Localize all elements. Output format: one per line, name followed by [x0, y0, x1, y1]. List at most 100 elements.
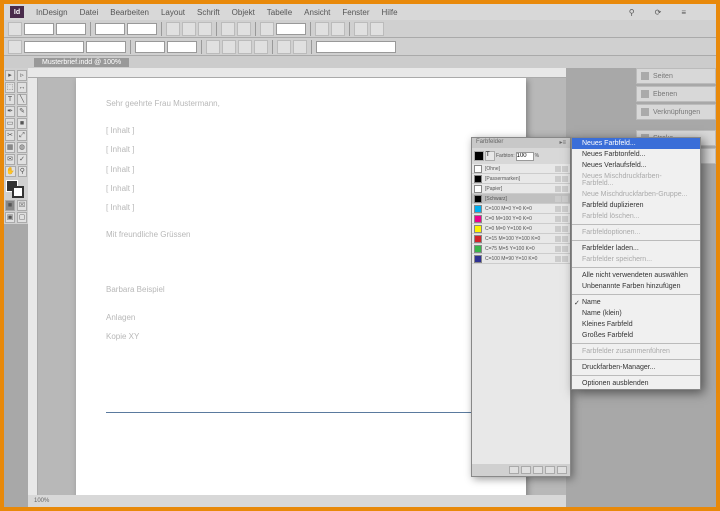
align-center-icon[interactable]: [222, 40, 236, 54]
swatch-row[interactable]: [Papier]: [472, 184, 570, 194]
apply-color-button[interactable]: ■: [5, 200, 15, 211]
menu-objekt[interactable]: Objekt: [232, 8, 255, 17]
show-gradient-swatches-button[interactable]: [533, 466, 543, 474]
direct-selection-tool[interactable]: ▹: [17, 70, 27, 81]
gradient-feather-tool[interactable]: ◍: [17, 142, 27, 153]
distribute-icon[interactable]: [370, 22, 384, 36]
menu-item[interactable]: Großes Farbfeld: [572, 330, 700, 341]
stroke-color-box[interactable]: [12, 186, 24, 198]
swatch-row[interactable]: C=100 M=90 Y=10 K=0: [472, 254, 570, 264]
line-tool[interactable]: ╲: [17, 94, 27, 105]
rectangle-frame-tool[interactable]: ▭: [5, 118, 15, 129]
indent-icon[interactable]: [277, 40, 291, 54]
pen-tool[interactable]: ✒: [5, 106, 15, 117]
y-field[interactable]: [56, 23, 86, 35]
align-left-icon[interactable]: [206, 40, 220, 54]
panel-verknuepfungen[interactable]: Verknüpfungen: [636, 104, 716, 120]
pencil-tool[interactable]: ✎: [17, 106, 27, 117]
font-family-field[interactable]: [24, 41, 84, 53]
char-icon[interactable]: [8, 40, 22, 54]
swatch-row[interactable]: C=0 M=0 Y=100 K=0: [472, 224, 570, 234]
sync-icon[interactable]: ⟳: [655, 8, 662, 17]
zoom-tool[interactable]: ⚲: [18, 166, 27, 177]
menu-item[interactable]: Neues Farbtonfeld...: [572, 149, 700, 160]
scale-icon[interactable]: [166, 22, 180, 36]
menu-item[interactable]: Neues Farbfeld...: [572, 138, 700, 149]
swatch-row[interactable]: C=75 M=5 Y=100 K=0: [472, 244, 570, 254]
menu-hilfe[interactable]: Hilfe: [382, 8, 398, 17]
swatch-row[interactable]: [Ohne]: [472, 164, 570, 174]
flip-h-icon[interactable]: [221, 22, 235, 36]
horizontal-ruler[interactable]: [28, 68, 566, 78]
text-fill-icon[interactable]: T: [485, 151, 495, 161]
menu-bearbeiten[interactable]: Bearbeiten: [110, 8, 149, 17]
tint-field[interactable]: [516, 152, 534, 161]
gradient-tool[interactable]: ▦: [5, 142, 15, 153]
vertical-ruler[interactable]: [28, 78, 38, 495]
view-mode-normal[interactable]: ▣: [5, 212, 15, 223]
eyedropper-tool[interactable]: ✓: [17, 154, 27, 165]
menu-item[interactable]: Name: [572, 297, 700, 308]
panel-seiten[interactable]: Seiten: [636, 68, 716, 84]
opacity-icon[interactable]: [331, 22, 345, 36]
font-size-field[interactable]: [135, 41, 165, 53]
fx-icon[interactable]: [315, 22, 329, 36]
new-swatch-button[interactable]: [545, 466, 555, 474]
selection-tool[interactable]: ▸: [5, 70, 15, 81]
menu-item[interactable]: Neues Verlaufsfeld...: [572, 160, 700, 171]
menu-datei[interactable]: Datei: [80, 8, 99, 17]
menu-icon[interactable]: ≡: [681, 8, 686, 17]
transform-tool[interactable]: ⤢: [17, 130, 27, 141]
menu-item[interactable]: Farbfeld duplizieren: [572, 200, 700, 211]
delete-swatch-button[interactable]: [557, 466, 567, 474]
type-tool[interactable]: T: [5, 94, 15, 105]
justify-icon[interactable]: [254, 40, 268, 54]
menu-item[interactable]: Farbfelder laden...: [572, 243, 700, 254]
w-field[interactable]: [95, 23, 125, 35]
view-mode-preview[interactable]: ▢: [17, 212, 27, 223]
swatches-panel-header[interactable]: Farbfelder ▸≡: [472, 138, 570, 148]
leading-field[interactable]: [167, 41, 197, 53]
stroke-weight-icon[interactable]: [260, 22, 274, 36]
rectangle-tool[interactable]: ■: [17, 118, 27, 129]
menu-schrift[interactable]: Schrift: [197, 8, 220, 17]
menu-item[interactable]: Kleines Farbfeld: [572, 319, 700, 330]
para-style-field[interactable]: [316, 41, 396, 53]
panel-menu-icon[interactable]: ▸≡: [559, 139, 566, 147]
align-icon[interactable]: [354, 22, 368, 36]
stroke-field[interactable]: [276, 23, 306, 35]
menu-app[interactable]: InDesign: [36, 8, 68, 17]
rotate-icon[interactable]: [182, 22, 196, 36]
h-field[interactable]: [127, 23, 157, 35]
menu-item[interactable]: Alle nicht verwendeten auswählen: [572, 270, 700, 281]
swatch-row[interactable]: C=15 M=100 Y=100 K=0: [472, 234, 570, 244]
menu-tabelle[interactable]: Tabelle: [267, 8, 292, 17]
gap-tool[interactable]: ↔: [17, 82, 27, 93]
note-tool[interactable]: ✉: [5, 154, 15, 165]
panel-ebenen[interactable]: Ebenen: [636, 86, 716, 102]
shear-icon[interactable]: [198, 22, 212, 36]
document-tab[interactable]: Musterbrief.indd @ 100%: [34, 58, 129, 67]
swatch-row[interactable]: [Schwarz]: [472, 194, 570, 204]
hand-tool[interactable]: ✋: [5, 166, 16, 177]
font-style-field[interactable]: [86, 41, 126, 53]
align-right-icon[interactable]: [238, 40, 252, 54]
menu-item[interactable]: Name (klein): [572, 308, 700, 319]
search-icon[interactable]: ⚲: [629, 8, 635, 17]
menu-layout[interactable]: Layout: [161, 8, 185, 17]
swatch-row[interactable]: C=0 M=100 Y=0 K=0: [472, 214, 570, 224]
menu-ansicht[interactable]: Ansicht: [304, 8, 330, 17]
flip-v-icon[interactable]: [237, 22, 251, 36]
page-tool[interactable]: ⬚: [5, 82, 15, 93]
swatch-row[interactable]: [Passermarken]: [472, 174, 570, 184]
apply-none-button[interactable]: ☒: [17, 200, 27, 211]
show-all-swatches-button[interactable]: [509, 466, 519, 474]
x-field[interactable]: [24, 23, 54, 35]
menu-item[interactable]: Unbenannte Farben hinzufügen: [572, 281, 700, 292]
menu-item[interactable]: Optionen ausblenden: [572, 378, 700, 389]
show-color-swatches-button[interactable]: [521, 466, 531, 474]
fill-indicator-icon[interactable]: [474, 151, 484, 161]
bullets-icon[interactable]: [293, 40, 307, 54]
scissors-tool[interactable]: ✂: [5, 130, 15, 141]
swatch-row[interactable]: C=100 M=0 Y=0 K=0: [472, 204, 570, 214]
